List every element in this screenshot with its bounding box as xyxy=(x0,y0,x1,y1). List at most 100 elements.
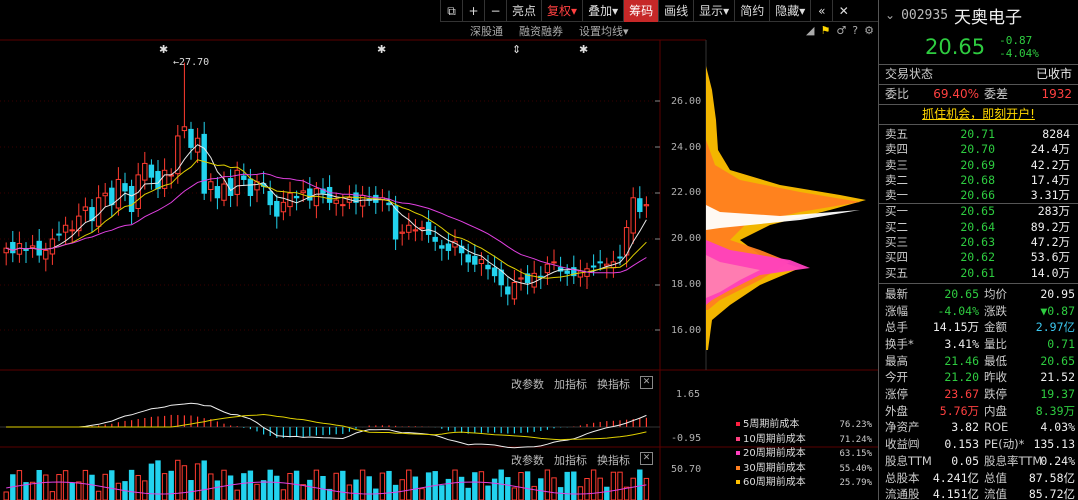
stat-label: 换手* xyxy=(885,337,914,352)
volume-bar xyxy=(386,470,392,500)
ask-row[interactable]: 卖二 20.68 17.4万 xyxy=(879,173,1078,188)
stats-row: 换手* 3.41% 量比 0.71 xyxy=(879,336,1078,353)
add-indicator-button[interactable]: 加指标 xyxy=(554,376,587,392)
volume-bar xyxy=(524,471,531,500)
candle-body xyxy=(155,171,161,190)
volume-bar xyxy=(227,475,234,500)
stock-name: 天奥电子 xyxy=(954,7,1023,28)
trade-status-value: 已收市 xyxy=(1035,67,1072,81)
candle-body xyxy=(148,164,155,178)
stat-label: 净资产 xyxy=(885,420,920,435)
ask-row[interactable]: 卖三 20.69 42.2万 xyxy=(879,158,1078,173)
chevron-down-icon[interactable]: ⌄ xyxy=(885,8,895,22)
stat-value: 3.41% xyxy=(944,337,979,352)
order-ratio-value: 69.40% xyxy=(933,87,979,101)
candle-body xyxy=(109,187,115,206)
event-marker: ✱ xyxy=(579,43,589,56)
volume-bar xyxy=(597,477,603,500)
volume-bar xyxy=(307,479,313,500)
candle-body xyxy=(465,254,471,263)
volume-bar xyxy=(221,469,227,500)
bid-row[interactable]: 买五 20.61 14.0万 xyxy=(879,266,1078,281)
order-ratio-row: 委比 69.40% 委差 1932 xyxy=(879,85,1078,104)
book-level-label: 买四 xyxy=(885,250,908,265)
chip-legend-text: 30周期前成本 xyxy=(743,462,806,474)
stats-row: 股息TTM 0.05 股息率TTM 0.24% xyxy=(879,453,1078,470)
chip-legend-item: 30周期前成本 55.40% xyxy=(736,462,872,477)
axis-label-16: 16.00 xyxy=(671,325,702,336)
switch-indicator-button[interactable]: 换指标 xyxy=(597,452,630,468)
chip-legend-swatch xyxy=(736,480,740,484)
candle-body xyxy=(43,249,49,260)
bid-row[interactable]: 买四 20.62 53.6万 xyxy=(879,250,1078,265)
volume-bar xyxy=(518,472,524,500)
book-volume: 8284 xyxy=(1042,127,1070,141)
volume-bar xyxy=(175,459,181,500)
candle-body xyxy=(188,128,194,148)
stat-label: 总手 xyxy=(885,320,908,335)
edit-params-button[interactable]: 改参数 xyxy=(511,376,544,392)
close-icon[interactable]: ✕ xyxy=(640,452,653,465)
volume-bar xyxy=(142,480,148,500)
ask-row[interactable]: 卖五 20.71 8284 xyxy=(879,127,1078,142)
candle-body xyxy=(175,135,181,175)
volume-bar xyxy=(43,474,49,500)
chip-legend: 5周期前成本 76.23% 10周期前成本 71.24% 20周期前成本 63.15% 30… xyxy=(736,418,872,491)
stat-value: 21.20 xyxy=(944,370,979,385)
book-volume: 89.2万 xyxy=(1030,219,1070,234)
switch-indicator-button[interactable]: 换指标 xyxy=(597,376,630,392)
volume-bar xyxy=(109,470,115,500)
order-ratio-label: 委比 xyxy=(885,87,910,101)
volume-bar xyxy=(82,469,89,500)
stat-value: 21.46 xyxy=(944,353,979,368)
edit-params-button[interactable]: 改参数 xyxy=(511,452,544,468)
close-icon[interactable]: ✕ xyxy=(640,376,653,389)
volume-bar xyxy=(247,470,254,500)
stat-label: 外盘 xyxy=(885,403,908,418)
stat-value: 2.97亿 xyxy=(1035,320,1075,335)
trade-status-row: 交易状态 已收市 xyxy=(879,65,1078,84)
volume-bar xyxy=(538,478,544,500)
chip-legend-name: 30周期前成本 xyxy=(736,462,806,477)
volume-bar xyxy=(274,475,280,500)
chip-legend-pct: 76.23% xyxy=(839,420,872,430)
stat-label: 涨幅 xyxy=(885,303,908,318)
volume-bar xyxy=(36,469,42,500)
candle-body xyxy=(505,286,511,295)
candle-body xyxy=(267,190,273,206)
candle-body xyxy=(518,277,524,280)
candle-body xyxy=(472,255,478,265)
stat-label: ROE xyxy=(984,420,1009,435)
volume-bar xyxy=(89,474,95,500)
open-account-link[interactable]: 抓住机会，即刻开户! xyxy=(922,105,1035,124)
stat-label: 流值 xyxy=(984,487,1007,500)
candle-body xyxy=(10,241,16,254)
ask-row[interactable]: 卖四 20.70 24.4万 xyxy=(879,142,1078,157)
add-indicator-button[interactable]: 加指标 xyxy=(554,452,587,468)
volume-bar xyxy=(359,469,366,500)
book-volume: 14.0万 xyxy=(1030,265,1070,280)
volume-bar xyxy=(29,481,36,500)
ask-row[interactable]: 卖一 20.66 3.31万 xyxy=(879,188,1078,203)
chip-legend-item: 10周期前成本 71.24% xyxy=(736,433,872,448)
book-volume: 53.6万 xyxy=(1030,250,1070,265)
bid-row[interactable]: 买一 20.65 283万 xyxy=(879,204,1078,219)
stats-row: 流通股 4.151亿 流值 85.72亿 xyxy=(879,486,1078,500)
stat-label: 涨跌 xyxy=(984,303,1007,318)
stats-row: 最新 20.65 均价 20.95 xyxy=(879,286,1078,303)
stat-label: 流通股 xyxy=(885,487,920,500)
bid-row[interactable]: 买三 20.63 47.2万 xyxy=(879,235,1078,250)
chip-legend-name: 5周期前成本 xyxy=(736,418,799,433)
ind1-axis-top: 1.65 xyxy=(676,389,701,400)
event-marker: ✱ xyxy=(159,43,169,56)
volume-bar xyxy=(498,469,504,500)
volume-bar xyxy=(201,460,207,500)
book-level-label: 买二 xyxy=(885,219,908,234)
stat-value: 21.52 xyxy=(1040,370,1075,385)
stat-label: 涨停 xyxy=(885,387,908,402)
volume-bar xyxy=(234,489,240,500)
candle-body xyxy=(49,238,56,255)
bid-row[interactable]: 买二 20.64 89.2万 xyxy=(879,220,1078,235)
volume-bar xyxy=(399,479,405,500)
volume-bar xyxy=(148,463,155,500)
